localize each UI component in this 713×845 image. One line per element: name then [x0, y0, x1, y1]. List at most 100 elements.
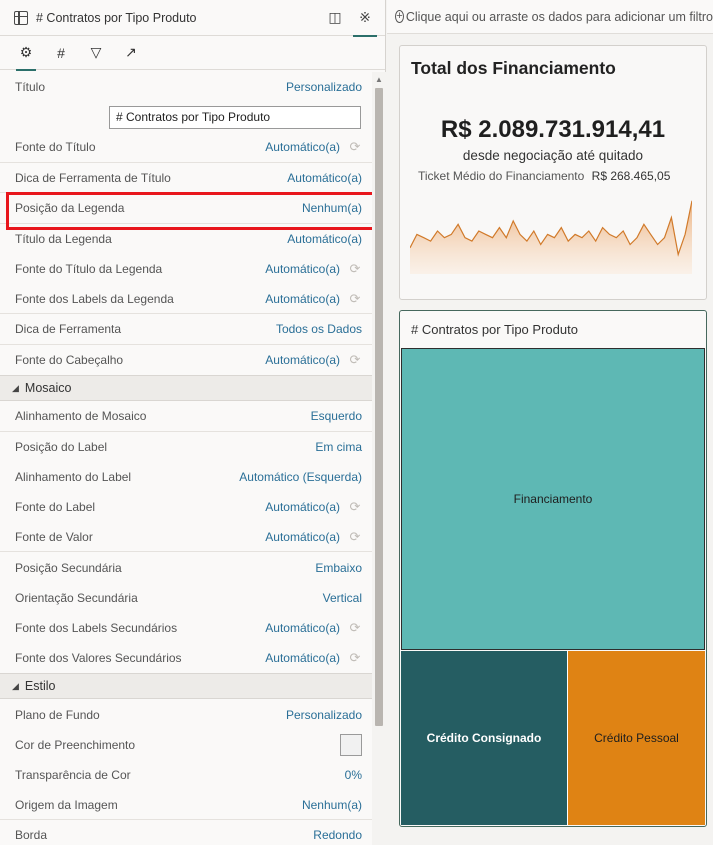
tile-financiamento[interactable]: Financiamento — [401, 348, 705, 650]
prop-value[interactable]: Automático(a) — [265, 292, 340, 306]
reset-icon[interactable]: ⟳ — [348, 529, 362, 545]
prop-value[interactable]: Automático(a) — [265, 140, 340, 154]
prop-row-titulo[interactable]: Título Personalizado — [0, 72, 372, 102]
prop-value[interactable]: Personalizado — [286, 708, 362, 722]
collapse-icon[interactable]: ◢ — [12, 681, 19, 692]
prop-row-transparencia[interactable]: Transparência de Cor 0% — [0, 760, 372, 790]
sparkline-area — [410, 200, 692, 274]
prop-row-fonte-labels-secundarios[interactable]: Fonte dos Labels Secundários Automático(… — [0, 613, 372, 643]
ticket-value: R$ 268.465,05 — [591, 169, 671, 183]
prop-label: Fonte do Título — [15, 140, 96, 154]
prop-label: Fonte dos Valores Secundários — [15, 651, 182, 665]
prop-value[interactable]: Redondo — [313, 828, 362, 842]
analytics-icon[interactable]: ↗ — [119, 36, 143, 70]
prop-value[interactable]: Automático(a) — [287, 232, 362, 246]
filter-icon[interactable]: ▽ — [84, 36, 108, 70]
data-panel-icon[interactable]: ◫ — [323, 0, 347, 36]
reset-icon[interactable]: ⟳ — [348, 650, 362, 666]
number-icon[interactable]: # — [49, 36, 73, 70]
prop-row-plano-fundo[interactable]: Plano de Fundo Personalizado — [0, 699, 372, 730]
prop-value[interactable]: 0% — [345, 768, 362, 782]
properties-list: Título Personalizado Fonte do Título Aut… — [0, 72, 372, 845]
prop-row-titulo-legenda[interactable]: Título da Legenda Automático(a) — [0, 224, 372, 254]
prop-row-alinhamento-label[interactable]: Alinhamento do Label Automático (Esquerd… — [0, 462, 372, 492]
canvas-area: + Clique aqui ou arraste os dados para a… — [387, 0, 713, 845]
reset-icon[interactable]: ⟳ — [348, 620, 362, 636]
prop-row-dica-titulo[interactable]: Dica de Ferramenta de Título Automático(… — [0, 163, 372, 193]
prop-value[interactable]: Vertical — [323, 591, 362, 605]
prop-value[interactable]: Nenhum(a) — [302, 798, 362, 812]
prop-row-posicao-legenda[interactable]: Posição da Legenda Nenhum(a) — [0, 193, 372, 224]
prop-value[interactable]: Automático(a) — [265, 621, 340, 635]
scroll-up-icon[interactable]: ▲ — [375, 75, 383, 84]
tile-credito-pessoal[interactable]: Crédito Pessoal — [567, 651, 705, 825]
kpi-title: Total dos Financiamento — [411, 58, 616, 78]
color-swatch[interactable] — [340, 734, 362, 756]
reset-icon[interactable]: ⟳ — [348, 291, 362, 307]
title-input-row — [0, 102, 372, 132]
kpi-card[interactable]: Total dos Financiamento R$ 2.089.731.914… — [399, 45, 707, 300]
prop-row-fonte-labels-legenda[interactable]: Fonte dos Labels da Legenda Automático(a… — [0, 284, 372, 314]
prop-row-fonte-label[interactable]: Fonte do Label Automático(a) ⟳ — [0, 492, 372, 522]
prop-row-dica-ferramenta[interactable]: Dica de Ferramenta Todos os Dados — [0, 314, 372, 345]
prop-row-fonte-valor[interactable]: Fonte de Valor Automático(a) ⟳ — [0, 522, 372, 552]
reset-icon[interactable]: ⟳ — [348, 499, 362, 515]
prop-value[interactable]: Personalizado — [286, 80, 362, 94]
prop-value[interactable]: Todos os Dados — [276, 322, 362, 336]
settings-icon[interactable]: ⚙ — [14, 36, 38, 71]
app: # Contratos por Tipo Produto ◫ ※ ⚙ # ▽ ↗… — [0, 0, 713, 845]
prop-row-borda[interactable]: Borda Redondo — [0, 820, 372, 845]
section-title: Estilo — [24, 679, 56, 693]
tile-credito-consignado[interactable]: Crédito Consignado — [401, 651, 567, 825]
collapse-icon[interactable]: ◢ — [12, 383, 19, 394]
prop-row-orientacao-secundaria[interactable]: Orientação Secundária Vertical — [0, 583, 372, 613]
prop-value[interactable]: Automático(a) — [265, 353, 340, 367]
reset-icon[interactable]: ⟳ — [348, 352, 362, 368]
prop-label: Dica de Ferramenta — [15, 322, 122, 336]
scrollbar-thumb[interactable] — [375, 88, 383, 726]
prop-value[interactable]: Automático(a) — [265, 262, 340, 276]
prop-row-origem-imagem[interactable]: Origem da Imagem Nenhum(a) — [0, 790, 372, 820]
panel-title: # Contratos por Tipo Produto — [36, 10, 197, 25]
prop-label: Fonte do Cabeçalho — [15, 353, 124, 367]
properties-panel-icon[interactable]: ※ — [353, 0, 377, 37]
prop-row-fonte-cabecalho[interactable]: Fonte do Cabeçalho Automático(a) ⟳ — [0, 345, 372, 375]
reset-icon[interactable]: ⟳ — [348, 261, 362, 277]
section-mosaico[interactable]: ◢ Mosaico — [0, 375, 372, 401]
prop-value[interactable]: Nenhum(a) — [302, 201, 362, 215]
properties-panel: # Contratos por Tipo Produto ◫ ※ ⚙ # ▽ ↗… — [0, 0, 386, 845]
prop-value[interactable]: Automático(a) — [265, 500, 340, 514]
scrollbar[interactable]: ▲ — [372, 72, 386, 845]
treemap-card[interactable]: # Contratos por Tipo Produto Financiamen… — [399, 310, 707, 827]
prop-value[interactable]: Automático(a) — [287, 171, 362, 185]
prop-row-posicao-secundaria[interactable]: Posição Secundária Embaixo — [0, 552, 372, 583]
prop-label: Posição do Label — [15, 440, 108, 454]
table-icon — [14, 10, 28, 25]
prop-label: Alinhamento do Label — [15, 470, 132, 484]
add-filter-icon[interactable]: + — [395, 10, 404, 23]
prop-value[interactable]: Automático(a) — [265, 651, 340, 665]
prop-label: Plano de Fundo — [15, 707, 100, 722]
section-title: Mosaico — [24, 381, 72, 395]
prop-value[interactable]: Automático(a) — [265, 530, 340, 544]
prop-row-fonte-titulo[interactable]: Fonte do Título Automático(a) ⟳ — [0, 132, 372, 163]
prop-value[interactable]: Esquerdo — [311, 409, 362, 423]
prop-row-alinhamento-mosaico[interactable]: Alinhamento de Mosaico Esquerdo — [0, 401, 372, 432]
prop-label: Borda — [15, 828, 48, 842]
prop-label: Fonte do Título da Legenda — [15, 262, 163, 276]
prop-row-posicao-label[interactable]: Posição do Label Em cima — [0, 432, 372, 462]
prop-label: Título da Legenda — [15, 232, 112, 246]
prop-value[interactable]: Em cima — [315, 440, 362, 454]
reset-icon[interactable]: ⟳ — [348, 139, 362, 155]
property-tabs: ⚙ # ▽ ↗ — [0, 36, 385, 71]
prop-value[interactable]: Automático (Esquerda) — [239, 470, 362, 484]
prop-value[interactable]: Embaixo — [315, 561, 362, 575]
prop-row-cor-preenchimento[interactable]: Cor de Preenchimento — [0, 730, 372, 760]
ticket-row: Ticket Médio do Financiamento R$ 268.465… — [418, 169, 670, 183]
title-input[interactable] — [109, 105, 361, 129]
prop-label: Fonte dos Labels Secundários — [15, 621, 178, 635]
prop-row-fonte-valores-secundarios[interactable]: Fonte dos Valores Secundários Automático… — [0, 643, 372, 673]
filter-bar[interactable]: + Clique aqui ou arraste os dados para a… — [387, 0, 713, 34]
section-estilo[interactable]: ◢ Estilo — [0, 673, 372, 699]
prop-row-fonte-titulo-legenda[interactable]: Fonte do Título da Legenda Automático(a)… — [0, 254, 372, 284]
